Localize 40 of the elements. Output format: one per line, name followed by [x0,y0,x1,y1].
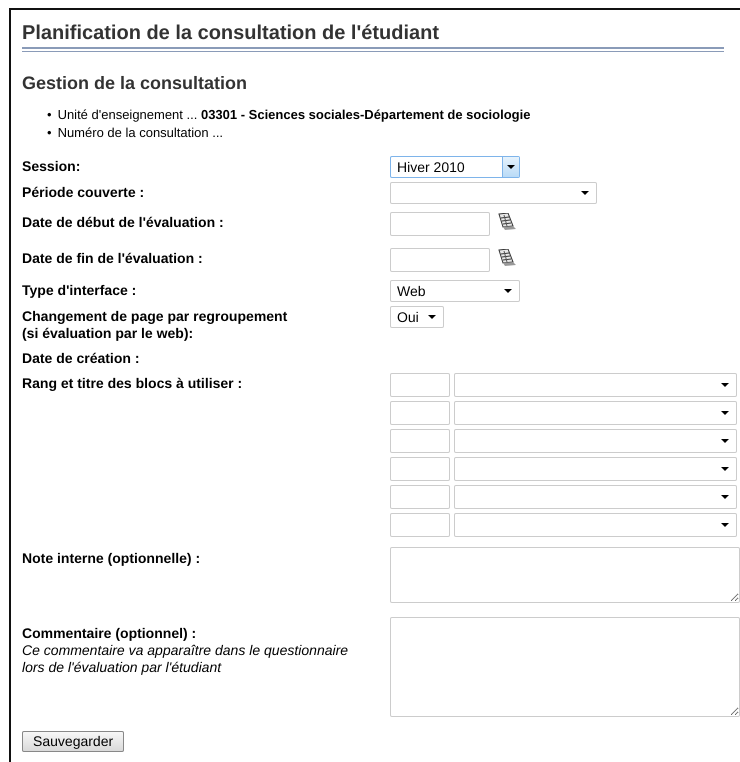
calendar-icon[interactable] [497,248,516,266]
dropdown[interactable] [454,457,737,481]
info-item: Numéro de la consultation ... [58,124,224,142]
field-label: Rang et titre des blocs à utiliser : [22,375,242,391]
info-item: Unité d'enseignement ... 03301 - Sciences sociales-Département de sociologie [58,106,530,124]
rank-field[interactable] [390,457,450,481]
date-field[interactable] [390,248,490,272]
dropdown[interactable]: Web [390,280,520,302]
field-label: Session: [22,158,80,174]
section-title: Gestion de la consultation [22,72,248,94]
calendar-icon[interactable] [497,212,516,230]
text-area[interactable] [390,547,740,603]
rank-field[interactable] [390,513,450,537]
field-label: Période couverte : [22,184,144,200]
dropdown[interactable] [454,513,737,537]
dropdown[interactable] [454,429,737,453]
text-area[interactable] [390,617,740,717]
save-button[interactable]: Sauvegarder [22,731,124,752]
rank-field[interactable] [390,429,450,453]
dropdown[interactable]: Hiver 2010 [390,156,520,178]
bullet: • [47,124,52,142]
dropdown[interactable] [454,373,737,397]
rank-field[interactable] [390,373,450,397]
field-label: Date de fin de l'évaluation : [22,250,203,266]
field-note: Ce commentaire va apparaître dans le questionnaire lors de l'évaluation par l'étudiant [22,642,350,676]
field-label: Date de début de l'évaluation : [22,214,224,230]
dropdown[interactable] [454,485,737,509]
field-label: Commentaire (optionnel) : [22,625,196,641]
field-label: Type d'interface : [22,282,136,298]
field-label: Date de création : [22,350,140,366]
bullet: • [47,106,52,124]
dropdown[interactable] [390,182,597,204]
dropdown[interactable] [454,401,737,425]
date-field[interactable] [390,212,490,236]
dropdown[interactable]: Oui [390,306,444,328]
rank-field[interactable] [390,401,450,425]
rank-field[interactable] [390,485,450,509]
page-title: Planification de la consultation de l'étudiant [22,21,440,45]
field-label: Changement de page par regroupement (si évaluation par le web): [22,308,288,341]
field-label: Note interne (optionnelle) : [22,550,200,566]
